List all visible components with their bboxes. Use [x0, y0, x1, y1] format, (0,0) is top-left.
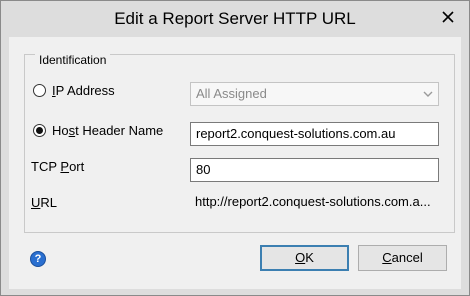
- title-bar: Edit a Report Server HTTP URL: [2, 2, 468, 36]
- cancel-button[interactable]: Cancel: [358, 245, 447, 271]
- close-button[interactable]: [436, 6, 460, 29]
- help-icon[interactable]: ?: [30, 251, 46, 267]
- ok-button[interactable]: OK: [260, 245, 349, 271]
- url-label: URL: [31, 195, 58, 210]
- host-header-radio[interactable]: [33, 124, 46, 137]
- ip-address-dropdown-value: All Assigned: [196, 86, 267, 101]
- ip-address-radio[interactable]: [33, 84, 46, 97]
- dialog-window: Edit a Report Server HTTP URL Identifica…: [0, 0, 470, 296]
- tcp-port-input[interactable]: 80: [190, 158, 439, 182]
- radio-selected-dot: [36, 127, 43, 134]
- ip-address-dropdown[interactable]: All Assigned: [190, 82, 439, 106]
- ip-address-label: IP Address: [52, 83, 115, 98]
- tcp-port-label: TCP Port: [31, 159, 85, 174]
- host-header-label: Host Header Name: [52, 123, 164, 138]
- url-value: http://report2.conquest-solutions.com.a.…: [195, 194, 431, 209]
- identification-group-label: Identification: [35, 53, 111, 67]
- chevron-down-icon: [423, 91, 433, 97]
- window-title: Edit a Report Server HTTP URL: [114, 9, 356, 28]
- dialog-body: Identification IP Address All Assigned H…: [9, 37, 461, 289]
- close-icon: [442, 11, 454, 23]
- host-header-input[interactable]: report2.conquest-solutions.com.au: [190, 122, 439, 146]
